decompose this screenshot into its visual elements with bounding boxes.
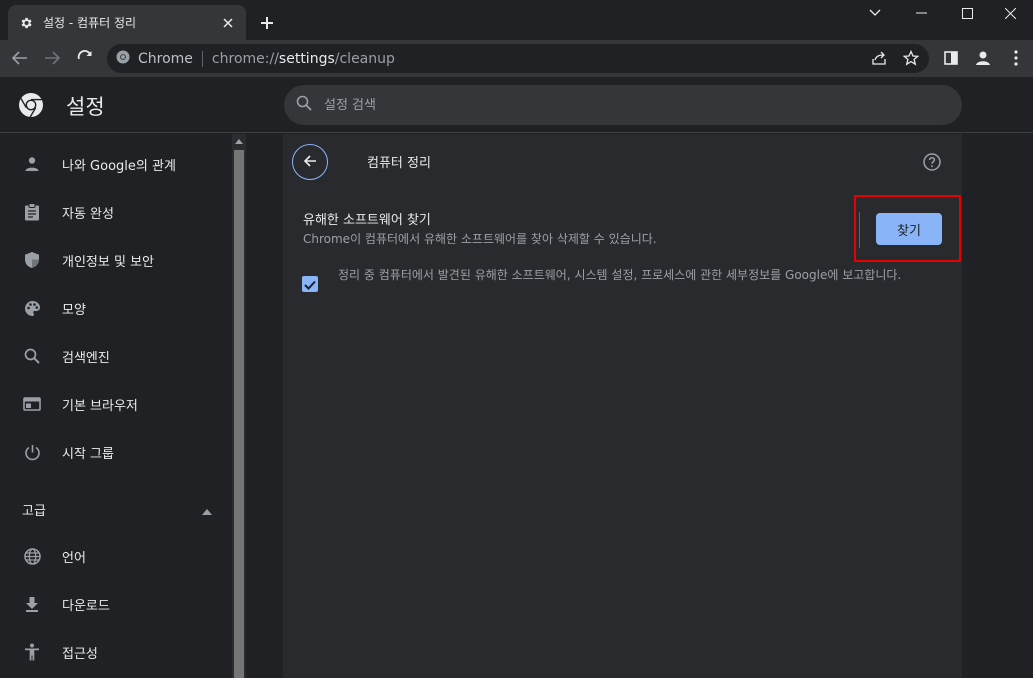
help-icon[interactable] bbox=[921, 151, 943, 173]
report-details-label: 정리 중 컴퓨터에서 발견된 유해한 소프트웨어, 시스템 설정, 프로세스에 … bbox=[338, 268, 902, 282]
sidebar-item-label: 시작 그룹 bbox=[62, 446, 114, 462]
search-icon bbox=[296, 95, 312, 115]
sidebar-item-label: 다운로드 bbox=[62, 598, 110, 614]
accessibility-icon bbox=[22, 642, 42, 662]
sidebar-item-downloads[interactable]: 다운로드 bbox=[0, 580, 232, 628]
cleanup-card: 컴퓨터 정리 유해한 소프트웨어 찾기 Chrome이 컴퓨터에서 유해한 소프… bbox=[283, 134, 962, 678]
checkmark-icon bbox=[304, 275, 316, 294]
search-icon bbox=[22, 346, 42, 366]
report-details-checkbox[interactable] bbox=[302, 276, 318, 292]
page-title: 설정 bbox=[66, 95, 105, 119]
sidebar-advanced-toggle[interactable]: 고급 bbox=[0, 485, 232, 533]
clipboard-icon bbox=[22, 202, 42, 222]
title-bar: 설정 - 컴퓨터 정리 bbox=[0, 0, 1033, 40]
forward-arrow-icon[interactable] bbox=[40, 46, 64, 70]
browser-toolbar: Chrome chrome://settings/cleanup bbox=[0, 40, 1033, 77]
sidebar-item-accessibility[interactable]: 접근성 bbox=[0, 628, 232, 676]
sidebar-item-search-engine[interactable]: 검색엔진 bbox=[0, 332, 232, 380]
back-button[interactable] bbox=[292, 144, 328, 180]
url-path: /cleanup bbox=[334, 50, 395, 67]
scrollbar-thumb[interactable] bbox=[234, 150, 244, 678]
browser-icon bbox=[22, 394, 42, 414]
tab-close-icon[interactable] bbox=[220, 15, 236, 31]
tab-title: 설정 - 컴퓨터 정리 bbox=[43, 16, 137, 30]
sidebar-scrollbar[interactable] bbox=[232, 134, 246, 678]
person-icon bbox=[22, 154, 42, 174]
download-icon bbox=[22, 594, 42, 614]
url-scheme: chrome:// bbox=[211, 50, 279, 67]
gear-icon bbox=[18, 15, 34, 31]
window-close-icon[interactable] bbox=[987, 0, 1033, 26]
url-host: settings bbox=[278, 50, 335, 67]
sidebar-item-you-and-google[interactable]: 나와 Google의 관계 bbox=[0, 140, 232, 188]
sidebar-item-label: 나와 Google의 관계 bbox=[62, 158, 176, 174]
minimize-icon[interactable] bbox=[898, 0, 944, 26]
highlight-box bbox=[854, 195, 961, 262]
sidebar-item-label: 개인정보 및 보안 bbox=[62, 254, 154, 270]
menu-kebab-icon[interactable] bbox=[1005, 47, 1027, 69]
side-panel-icon[interactable] bbox=[940, 47, 962, 69]
scroll-up-arrow-icon[interactable] bbox=[235, 139, 243, 144]
card-title: 컴퓨터 정리 bbox=[367, 156, 431, 171]
advanced-label: 고급 bbox=[22, 503, 46, 519]
settings-search-input[interactable] bbox=[324, 97, 924, 113]
settings-search-box[interactable] bbox=[284, 85, 962, 125]
sidebar-item-default-browser[interactable]: 기본 브라우저 bbox=[0, 380, 232, 428]
sidebar-item-on-startup[interactable]: 시작 그룹 bbox=[0, 428, 232, 476]
back-arrow-icon[interactable] bbox=[8, 46, 32, 70]
settings-header: 설정 bbox=[0, 77, 1033, 133]
sidebar-item-privacy[interactable]: 개인정보 및 보안 bbox=[0, 236, 232, 284]
active-tab[interactable]: 설정 - 컴퓨터 정리 bbox=[8, 5, 246, 40]
globe-icon bbox=[22, 546, 42, 566]
address-bar[interactable]: Chrome chrome://settings/cleanup bbox=[107, 44, 929, 73]
back-arrow-icon bbox=[303, 153, 317, 172]
arrow-up-icon bbox=[202, 500, 212, 519]
sidebar-item-label: 검색엔진 bbox=[62, 350, 110, 366]
sidebar-item-label: 모양 bbox=[62, 302, 86, 318]
share-icon[interactable] bbox=[870, 49, 888, 67]
profile-avatar-icon[interactable] bbox=[972, 47, 994, 69]
find-harmful-software-title: 유해한 소프트웨어 찾기 bbox=[303, 213, 431, 228]
palette-icon bbox=[22, 298, 42, 318]
sidebar-item-appearance[interactable]: 모양 bbox=[0, 284, 232, 332]
maximize-icon[interactable] bbox=[944, 0, 990, 26]
chrome-logo-icon bbox=[18, 92, 44, 118]
find-harmful-software-description: Chrome이 컴퓨터에서 유해한 소프트웨어를 찾아 삭제할 수 있습니다. bbox=[303, 232, 657, 246]
sidebar-item-label: 기본 브라우저 bbox=[62, 398, 138, 414]
new-tab-button[interactable] bbox=[256, 12, 278, 34]
sidebar-item-label: 접근성 bbox=[62, 646, 98, 662]
site-label: Chrome bbox=[138, 50, 193, 67]
omnibox-divider bbox=[201, 50, 203, 67]
sidebar-item-autofill[interactable]: 자동 완성 bbox=[0, 188, 232, 236]
reload-icon[interactable] bbox=[73, 46, 97, 70]
tab-search-chevron-down-icon[interactable] bbox=[852, 0, 898, 26]
power-icon bbox=[22, 442, 42, 462]
bookmark-star-icon[interactable] bbox=[902, 49, 920, 67]
chrome-site-icon bbox=[116, 50, 130, 68]
sidebar-item-label: 자동 완성 bbox=[62, 206, 114, 222]
shield-icon bbox=[22, 250, 42, 270]
settings-sidebar: 나와 Google의 관계 자동 완성 개인정보 및 보안 모양 검색엔진 기본… bbox=[0, 134, 232, 678]
sidebar-item-languages[interactable]: 언어 bbox=[0, 532, 232, 580]
sidebar-item-label: 언어 bbox=[62, 550, 86, 566]
